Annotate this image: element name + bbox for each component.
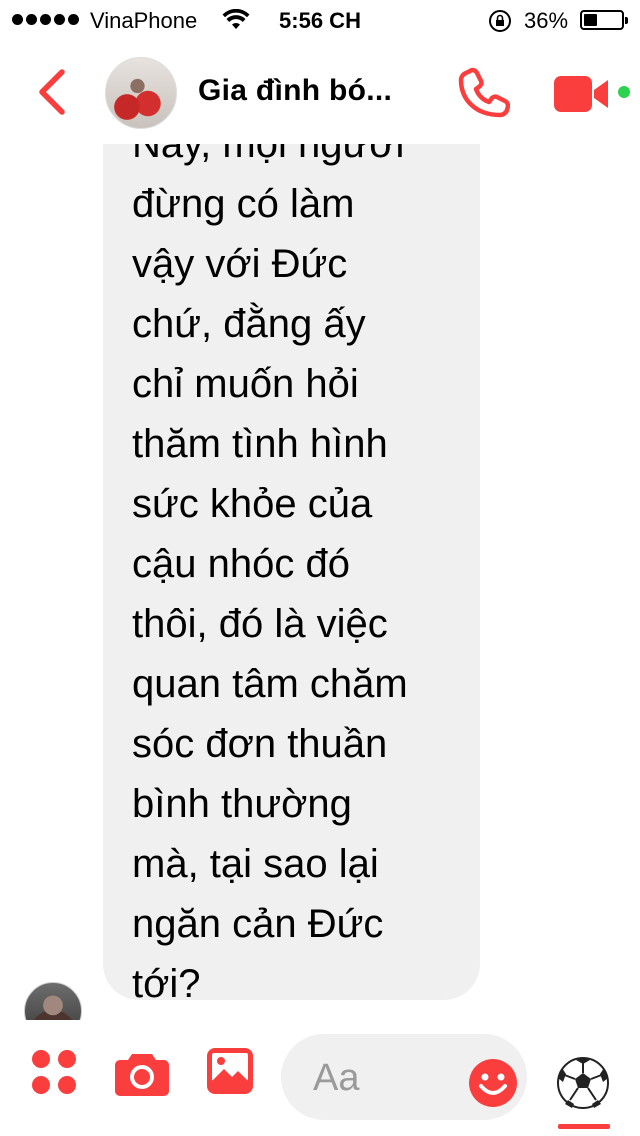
reaction-indicator [558,1124,610,1129]
message-composer [0,1020,640,1136]
battery-percentage: 36% [524,8,569,33]
conversation-header: Gia đình bó... [0,40,640,144]
conversation-title[interactable]: Gia đình bó... [198,74,392,108]
chevron-left-icon[interactable] [30,66,76,118]
video-camera-icon[interactable] [552,74,612,114]
camera-icon[interactable] [114,1050,170,1096]
image-icon[interactable] [206,1047,254,1095]
phone-icon[interactable] [458,66,510,118]
group-avatar[interactable] [105,57,177,129]
smiley-icon[interactable] [468,1058,518,1108]
message-list[interactable]: Này, mọi người đừng có làm vậy với Đức c… [0,144,640,1020]
message-input[interactable] [311,1054,455,1102]
sender-avatar[interactable] [24,982,82,1020]
status-bar: VinaPhone 5:56 CH 36% [0,0,640,40]
soccer-ball-icon[interactable] [556,1056,610,1110]
message-text: Này, mọi người đừng có làm vậy với Đức c… [132,144,408,1006]
active-status-indicator [618,86,630,98]
orientation-lock-icon [489,10,511,32]
battery-icon [580,10,628,30]
apps-grid-icon[interactable] [30,1048,78,1096]
